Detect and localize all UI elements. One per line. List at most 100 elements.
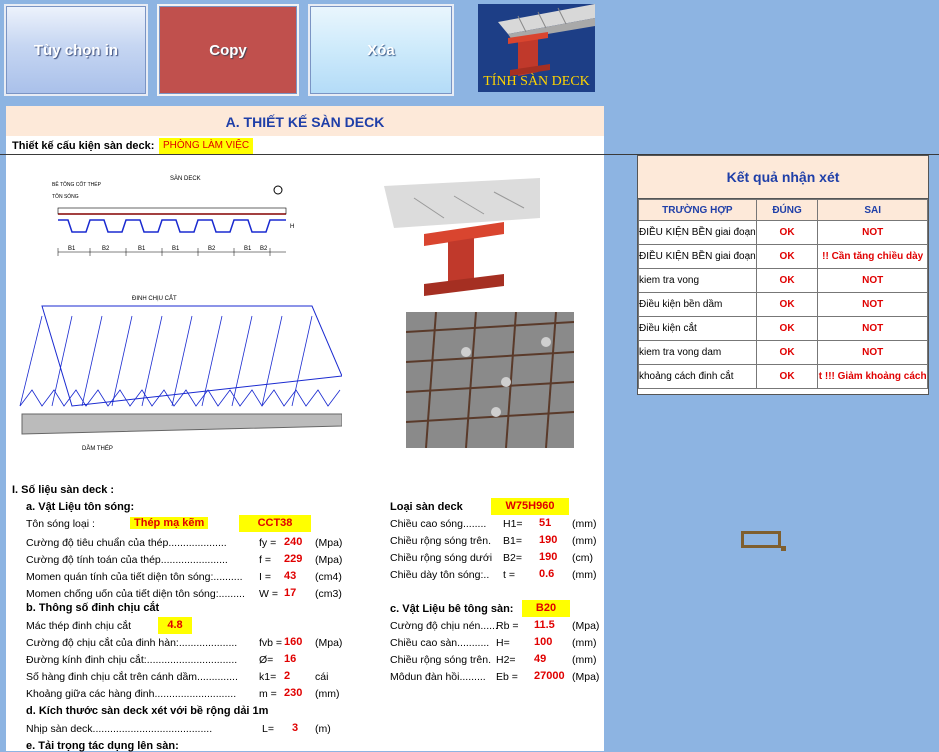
- deck-beam-photo: [384, 178, 540, 298]
- concrete-grade[interactable]: B20: [522, 600, 570, 617]
- row-label: Cường độ tính toán của thép.............…: [26, 554, 228, 566]
- ton-song-grade[interactable]: CCT38: [239, 515, 311, 532]
- result-fail[interactable]: NOT: [817, 292, 928, 317]
- row-unit: (cm3): [315, 588, 342, 600]
- row-unit: (Mpa): [315, 637, 343, 649]
- svg-text:TÔN SÓNG: TÔN SÓNG: [52, 193, 79, 200]
- row-label: Cường độ tiêu chuẩn của thép............…: [26, 537, 227, 549]
- row-symbol: B1=: [503, 535, 522, 547]
- print-options-button[interactable]: Tùy chọn in: [4, 4, 148, 96]
- selected-shape[interactable]: [741, 531, 781, 548]
- shape-resize-handle[interactable]: [781, 546, 786, 551]
- result-fail[interactable]: !! Cần tăng chiều dày: [817, 244, 928, 269]
- result-ok[interactable]: OK: [755, 292, 819, 317]
- svg-text:B2: B2: [102, 246, 110, 252]
- deck-logo-image[interactable]: TÍNH SÀN DECK: [478, 4, 595, 92]
- row-value[interactable]: 2: [284, 670, 290, 682]
- svg-text:B1: B1: [138, 246, 146, 252]
- row-value[interactable]: 43: [284, 570, 296, 582]
- row-symbol: m =: [259, 688, 277, 700]
- svg-text:DẦM THÉP: DẦM THÉP: [82, 445, 113, 452]
- svg-text:ĐINH CHỊU CẮT: ĐINH CHỊU CẮT: [132, 294, 177, 302]
- row-symbol: H2=: [496, 654, 516, 666]
- row-label: Đường kính đinh chịu cắt:...............…: [26, 654, 238, 666]
- result-ok[interactable]: OK: [755, 364, 819, 389]
- result-case[interactable]: kiem tra vong: [638, 268, 757, 293]
- nhip-unit: (m): [315, 723, 331, 735]
- row-unit: (Mpa): [315, 554, 343, 566]
- deck-perspective-drawing: ĐINH CHỊU CẮT DẦM THÉP: [19, 294, 342, 452]
- row-value[interactable]: 51: [539, 517, 551, 529]
- result-ok[interactable]: OK: [755, 316, 819, 341]
- delete-button[interactable]: Xóa: [308, 4, 454, 96]
- row-value[interactable]: 16: [284, 653, 296, 665]
- row-value[interactable]: 49: [534, 653, 546, 665]
- svg-text:SÀN DECK: SÀN DECK: [170, 175, 201, 182]
- row-symbol: B2=: [503, 552, 522, 564]
- result-case[interactable]: ĐIỀU KIỆN BỀN giai đoạn: [638, 244, 757, 269]
- result-ok[interactable]: OK: [755, 220, 819, 245]
- result-case[interactable]: Điều kiện cắt: [638, 316, 757, 341]
- nhip-value[interactable]: 3: [292, 722, 298, 734]
- row-unit: (mm): [572, 569, 597, 581]
- result-fail[interactable]: NOT: [817, 340, 928, 365]
- ton-song-type[interactable]: Thép mạ kẽm: [130, 517, 209, 529]
- row-label: Cường độ chịu cắt của đinh hàn:.........…: [26, 637, 238, 649]
- row-value[interactable]: 17: [284, 587, 296, 599]
- result-case[interactable]: kiem tra vong dam: [638, 340, 757, 365]
- deck-type-value[interactable]: W75H960: [491, 498, 569, 515]
- row-symbol: H=: [496, 637, 510, 649]
- design-label: Thiết kế cấu kiện sàn deck:: [12, 140, 155, 152]
- result-table: TRƯỜNG HỢP ĐÚNG SAI ĐIỀU KIỆN BỀN giai đ…: [638, 199, 928, 389]
- result-ok[interactable]: OK: [755, 268, 819, 293]
- logo-text: TÍNH SÀN DECK: [483, 74, 590, 89]
- row-value[interactable]: 190: [539, 551, 557, 563]
- row-label: Chiều rộng sóng dưới: [390, 552, 493, 564]
- row-symbol: fvb =: [259, 637, 283, 649]
- result-fail[interactable]: NOT: [817, 316, 928, 341]
- row-value[interactable]: 11.5: [534, 619, 555, 631]
- section-a-heading: a. Vật Liệu tôn sóng:: [26, 501, 135, 513]
- row-label: Chiều cao sóng........: [390, 518, 487, 530]
- row-value[interactable]: 160: [284, 636, 302, 648]
- row-unit: (Mpa): [572, 671, 600, 683]
- deck-type-label: Loại sàn deck: [390, 501, 463, 513]
- row-label: Momen quán tính của tiết diện tôn sóng:.…: [26, 571, 243, 583]
- row-value[interactable]: 100: [534, 636, 552, 648]
- result-ok[interactable]: OK: [755, 244, 819, 269]
- row-value[interactable]: 190: [539, 534, 557, 546]
- row-value[interactable]: 240: [284, 536, 302, 548]
- row-unit: (cm): [572, 552, 593, 564]
- result-header-case: TRƯỜNG HỢP: [638, 199, 757, 221]
- result-header-ok: ĐÚNG: [755, 199, 819, 221]
- result-row: Điều kiện cắt OK NOT: [638, 316, 928, 341]
- row-label: Chiều rộng sóng trên.: [390, 535, 491, 547]
- row-unit: (mm): [572, 535, 597, 547]
- mac-thep-value[interactable]: 4.8: [158, 617, 192, 634]
- row-symbol: t =: [503, 569, 515, 581]
- row-value[interactable]: 27000: [534, 670, 565, 682]
- result-case[interactable]: ĐIỀU KIỆN BỀN giai đoạn: [638, 220, 757, 245]
- nhip-symbol: L=: [262, 723, 274, 735]
- result-fail[interactable]: NOT: [817, 220, 928, 245]
- section-b-heading: b. Thông số đinh chịu cắt: [26, 602, 160, 614]
- design-value[interactable]: PHÒNG LÀM VIỆC: [159, 138, 254, 154]
- result-ok[interactable]: OK: [755, 340, 819, 365]
- result-case[interactable]: Điều kiện bền dầm: [638, 292, 757, 317]
- row-unit: (mm): [572, 518, 597, 530]
- row-unit: cái: [315, 671, 329, 683]
- copy-button[interactable]: Copy: [157, 4, 299, 96]
- nhip-label: Nhịp sàn deck...........................…: [26, 723, 213, 735]
- row-value[interactable]: 230: [284, 687, 302, 699]
- row-unit: (mm): [572, 654, 597, 666]
- result-case[interactable]: khoảng cách đinh cắt: [638, 364, 757, 389]
- result-fail[interactable]: t !!! Giảm khoảng cách: [817, 364, 928, 389]
- row-value[interactable]: 0.6: [539, 568, 554, 580]
- row-label: Khoảng giữa các hàng đinh...............…: [26, 688, 237, 700]
- row-unit: (Mpa): [572, 620, 600, 632]
- row-unit: (cm4): [315, 571, 342, 583]
- result-panel: Kết quả nhận xét TRƯỜNG HỢP ĐÚNG SAI ĐIỀ…: [637, 155, 929, 395]
- row-value[interactable]: 229: [284, 553, 302, 565]
- svg-text:B2: B2: [260, 246, 268, 252]
- result-fail[interactable]: NOT: [817, 268, 928, 293]
